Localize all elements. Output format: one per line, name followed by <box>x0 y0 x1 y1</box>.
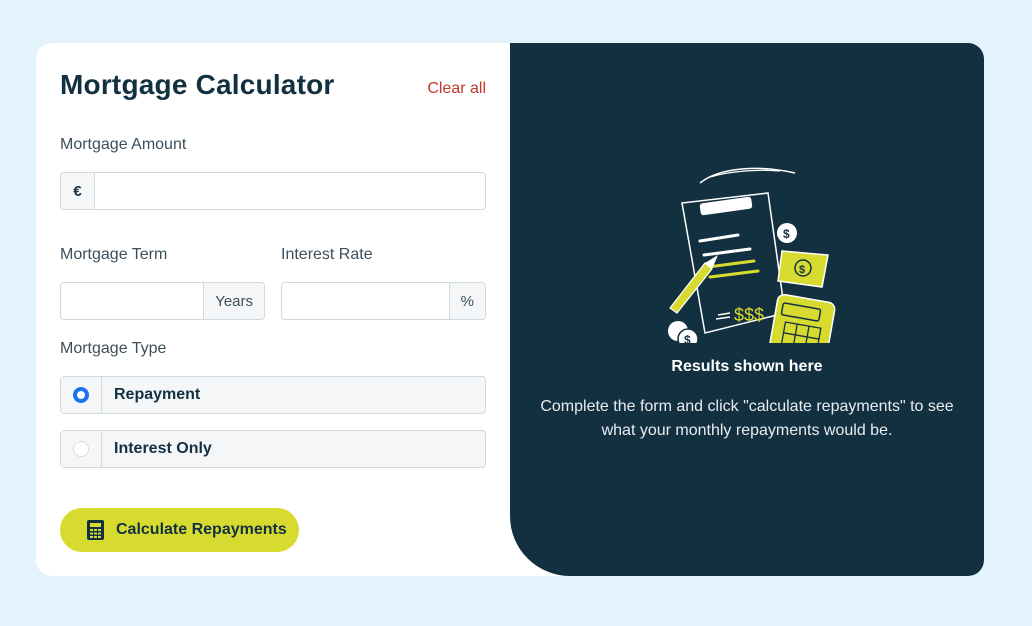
empty-results-illustration-icon: $$$ $ $ $ <box>650 163 850 375</box>
interest-rate-input[interactable] <box>282 283 449 319</box>
mortgage-type-label: Mortgage Type <box>60 340 167 357</box>
clear-all-link[interactable]: Clear all <box>427 80 486 98</box>
mortgage-term-group: Years <box>60 282 265 320</box>
radio-button-repayment[interactable] <box>73 387 89 403</box>
radio-option-interest-only[interactable]: Interest Only <box>60 430 486 468</box>
svg-text:$$$: $$$ <box>734 305 764 325</box>
page-title: Mortgage Calculator <box>60 69 335 100</box>
mortgage-term-input[interactable] <box>61 283 204 319</box>
svg-text:$: $ <box>783 227 790 241</box>
interest-rate-group: % <box>281 282 486 320</box>
radio-button-interest-only[interactable] <box>73 441 89 457</box>
mortgage-term-label: Mortgage Term <box>60 246 168 263</box>
years-suffix: Years <box>203 283 264 319</box>
mortgage-amount-label: Mortgage Amount <box>60 136 187 153</box>
currency-prefix: € <box>61 173 95 209</box>
form-panel: Mortgage Calculator Clear all Mortgage A… <box>36 43 510 576</box>
percent-suffix: % <box>448 283 485 319</box>
results-description: Complete the form and click "calculate r… <box>540 398 954 439</box>
calculate-button-label: Calculate Repayments <box>116 521 287 538</box>
radio-option-repayment[interactable]: Repayment <box>60 376 486 414</box>
svg-text:$: $ <box>684 333 691 343</box>
radio-box <box>61 377 102 413</box>
results-title: Results shown here <box>671 358 823 375</box>
radio-label-interest-only: Interest Only <box>114 440 212 457</box>
results-panel: $$$ $ $ $ Results shown here Complete th… <box>510 43 984 576</box>
calculator-icon <box>87 520 104 540</box>
mortgage-amount-group: € <box>60 172 486 210</box>
radio-label-repayment: Repayment <box>114 386 201 403</box>
mortgage-amount-input[interactable] <box>95 173 485 209</box>
interest-rate-label: Interest Rate <box>281 246 373 263</box>
radio-box <box>61 431 102 467</box>
calculator-card: Mortgage Calculator Clear all Mortgage A… <box>36 43 984 576</box>
svg-text:$: $ <box>799 264 805 276</box>
calculate-repayments-button[interactable]: Calculate Repayments <box>60 508 299 552</box>
